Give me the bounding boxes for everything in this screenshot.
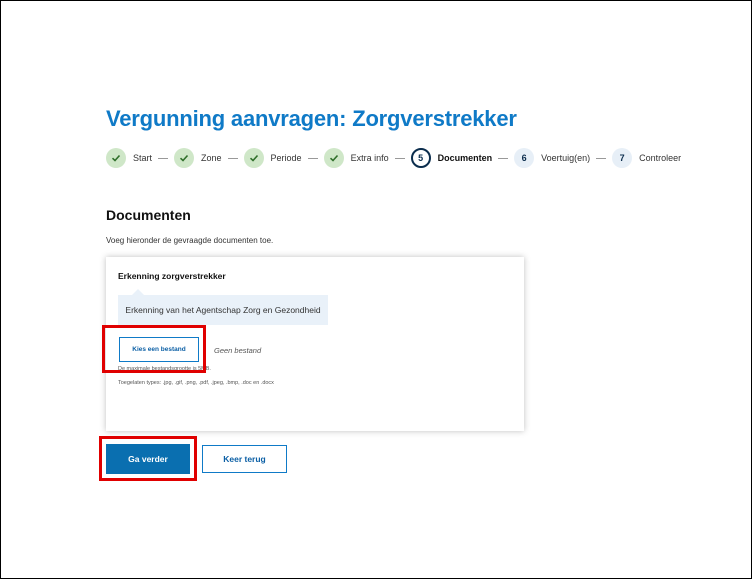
step-label: Voertuig(en)	[541, 153, 591, 163]
progress-steps: Start Zone Periode Extra info 5 Document…	[106, 146, 681, 170]
check-icon	[106, 148, 126, 168]
step-separator	[158, 157, 169, 159]
step-label: Controleer	[639, 153, 682, 163]
highlight-box-file-button	[102, 325, 206, 373]
no-file-text: Geen bestand	[214, 346, 262, 355]
step-label: Extra info	[350, 153, 389, 163]
step-separator	[227, 157, 238, 159]
step-zone[interactable]: Zone	[174, 148, 222, 168]
step-label: Periode	[270, 153, 302, 163]
step-separator	[394, 157, 405, 159]
step-label: Zone	[201, 153, 222, 163]
step-number: 6	[514, 148, 535, 168]
step-number: 7	[612, 148, 633, 168]
step-separator	[596, 157, 607, 159]
step-start[interactable]: Start	[106, 148, 152, 168]
step-voertuigen: 6 Voertuig(en)	[514, 148, 590, 168]
step-label: Start	[133, 153, 153, 163]
step-label: Documenten	[437, 153, 493, 163]
section-intro: Voeg hieronder de gevraagde documenten t…	[106, 236, 274, 245]
section-title: Documenten	[106, 207, 191, 223]
step-separator	[307, 157, 318, 159]
upload-info-text: Erkenning van het Agentschap Zorg en Gez…	[125, 305, 321, 315]
step-number: 5	[410, 148, 431, 168]
step-separator	[498, 157, 509, 159]
page-title: Vergunning aanvragen: Zorgverstrekker	[106, 106, 517, 131]
check-icon	[174, 148, 195, 168]
highlight-box-next-button	[99, 436, 197, 481]
step-periode[interactable]: Periode	[243, 148, 302, 168]
allowed-types-hint: Toegelaten types: .jpg, .gif, .png, .pdf…	[118, 380, 274, 386]
back-button[interactable]: Keer terug	[202, 445, 287, 473]
check-icon	[323, 148, 344, 168]
check-icon	[243, 148, 264, 168]
step-extra-info[interactable]: Extra info	[323, 148, 389, 168]
upload-info: Erkenning van het Agentschap Zorg en Gez…	[118, 289, 328, 325]
step-documenten: 5 Documenten	[410, 148, 493, 168]
step-controleer: 7 Controleer	[612, 148, 681, 168]
upload-title: Erkenning zorgverstrekker	[118, 271, 226, 281]
